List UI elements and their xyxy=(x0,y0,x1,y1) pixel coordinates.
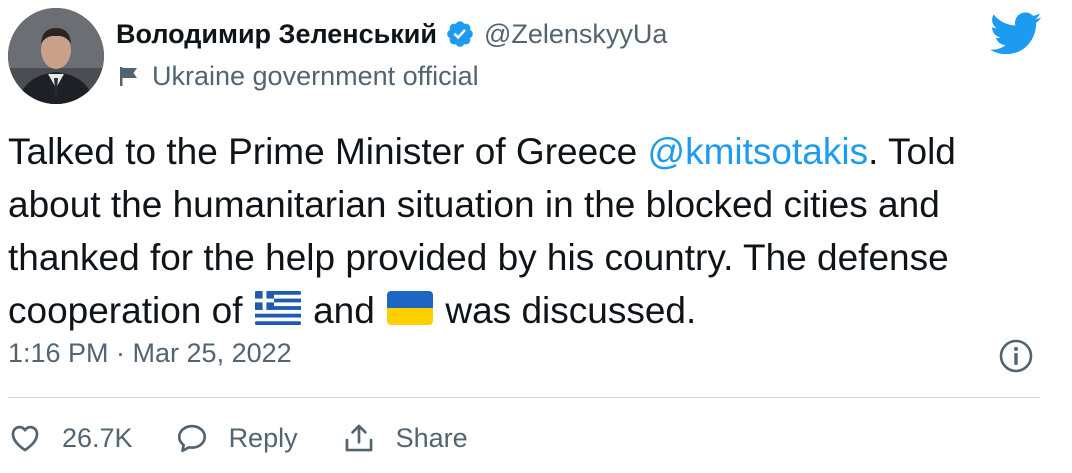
flag-icon xyxy=(118,65,140,87)
reply-button[interactable]: Reply xyxy=(175,421,298,455)
heart-icon xyxy=(8,421,42,455)
share-label: Share xyxy=(395,422,468,453)
author-avatar[interactable] xyxy=(8,8,104,104)
twitter-bird-icon[interactable] xyxy=(990,12,1042,56)
government-label-row: Ukraine government official xyxy=(116,56,667,96)
greece-flag-icon xyxy=(254,286,301,339)
tweet-text: Talked to the Prime Minister of Greece @… xyxy=(8,125,1048,339)
like-button[interactable]: 26.7K xyxy=(8,421,133,455)
tweet-timestamp[interactable]: 1:16 PM · Mar 25, 2022 xyxy=(8,338,292,369)
author-handle[interactable]: @ZelenskyyUa xyxy=(484,19,667,50)
tweet-text-part: Talked to the Prime Minister of Greece xyxy=(8,131,648,172)
tweet-text-part: and xyxy=(302,290,386,331)
like-count: 26.7K xyxy=(62,422,133,453)
author-name-row: Володимир Зеленський @ZelenskyyUa xyxy=(116,14,667,54)
author-display-name[interactable]: Володимир Зеленський xyxy=(116,19,437,50)
government-official-label: Ukraine government official xyxy=(152,60,479,91)
reply-label: Reply xyxy=(228,422,298,453)
reply-bubble-icon xyxy=(175,421,209,455)
tweet-actions: 26.7K Reply Share xyxy=(8,416,468,460)
tweet-header: Володимир Зеленський @ZelenskyyUa Ukrain… xyxy=(116,14,667,96)
divider xyxy=(8,397,1040,398)
ukraine-flag-icon xyxy=(387,286,434,339)
share-button[interactable]: Share xyxy=(342,421,468,455)
share-icon xyxy=(342,421,376,455)
avatar-image xyxy=(8,8,104,104)
mention-link[interactable]: @kmitsotakis xyxy=(648,131,869,172)
info-icon[interactable] xyxy=(998,338,1034,374)
verified-badge-icon xyxy=(445,19,475,49)
tweet-text-part: was discussed. xyxy=(435,290,697,331)
